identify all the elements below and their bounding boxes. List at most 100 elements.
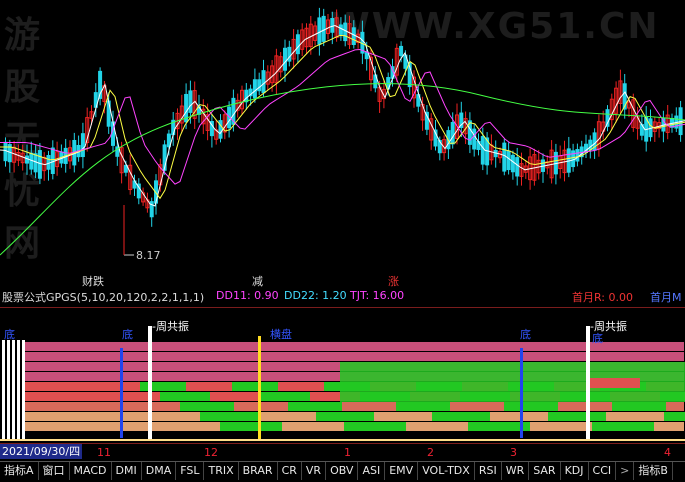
ma10-line (0, 34, 685, 200)
tab-window[interactable]: 窗口 (39, 462, 70, 480)
bottom-label: 底 (520, 327, 531, 341)
candle-body (472, 128, 477, 150)
candle-body (338, 24, 343, 35)
candlestick-chart[interactable]: 8.17 (0, 0, 685, 273)
tab-vr[interactable]: VR (302, 462, 327, 480)
sideways-label: 横盘 (270, 327, 292, 341)
candle-body (343, 22, 348, 42)
signal-label: 减 (252, 275, 263, 288)
candle-body (283, 47, 287, 71)
tab-obv[interactable]: OBV (326, 462, 359, 480)
ma20-line (0, 48, 685, 185)
candle-body (295, 34, 300, 55)
candle-body (261, 70, 266, 94)
indicator-band-green (592, 422, 654, 431)
indicator-panel[interactable]: -周共振 -周共振底 底 底 底 横盘 (0, 308, 685, 443)
date-axis: 2021/09/30/四 11 12 1 2 3 4 (0, 443, 685, 461)
tab-wr[interactable]: WR (502, 462, 530, 480)
low-price-label: 8.17 (136, 249, 161, 262)
blue-spike (520, 348, 523, 438)
tab-dma[interactable]: DMA (142, 462, 177, 480)
tab-macd[interactable]: MACD (70, 462, 112, 480)
white-spike (22, 340, 25, 440)
indicator-red-block (590, 378, 640, 388)
indicator-band-green (612, 402, 666, 411)
candle-body (506, 150, 511, 171)
indicator-band-green (504, 402, 558, 411)
month-label: 2 (427, 446, 434, 459)
tab-emv[interactable]: EMV (385, 462, 419, 480)
signal-label: 财跌 (82, 275, 104, 288)
bottom-label: 底 (122, 327, 133, 341)
candle-body (510, 154, 515, 173)
month-label: 12 (204, 446, 218, 459)
candle-body (399, 45, 404, 57)
indicator-tabs: 指标A 窗口 MACD DMI DMA FSL TRIX BRAR CR VR OBV ASI EMV V… (0, 461, 685, 482)
tab-indicator-b[interactable]: 指标B (634, 462, 673, 480)
tab-sar[interactable]: SAR (529, 462, 561, 480)
indicator-band-green (316, 412, 374, 421)
white-spike (12, 340, 15, 440)
candle-body (46, 155, 51, 170)
candle-body (244, 89, 249, 103)
candle-body (330, 18, 335, 33)
white-spike (2, 340, 5, 440)
month-label: 1 (344, 446, 351, 459)
candle-body (257, 79, 262, 92)
indicator-band-green (260, 392, 310, 401)
resonance-label: -周共振 (590, 319, 627, 333)
tab-vol-tdx[interactable]: VOL-TDX (418, 462, 475, 480)
indicator-band-green (344, 422, 406, 431)
candle-body (450, 121, 455, 145)
candle-body (364, 52, 369, 60)
candle-body (321, 15, 326, 42)
indicator-band-green (548, 412, 606, 421)
first-month-m: 首月M (650, 291, 682, 304)
tab-brar[interactable]: BRAR (239, 462, 278, 480)
dd11-value: DD11: 0.90 (216, 289, 279, 302)
tab-dmi[interactable]: DMI (112, 462, 142, 480)
candle-body (515, 157, 520, 177)
candle-body (317, 17, 322, 45)
blue-spike (120, 348, 123, 438)
tab-scroll-right-icon[interactable]: > (616, 462, 635, 480)
candle-body (351, 27, 356, 46)
month-label: 4 (664, 446, 671, 459)
indicator-band-green (432, 412, 490, 421)
tab-kdj[interactable]: KDJ (561, 462, 589, 480)
candle-body (502, 142, 507, 172)
tab-asi[interactable]: ASI (358, 462, 386, 480)
tjt-value: TJT: 16.00 (350, 289, 405, 302)
formula-bar: 股票公式GPGS(5,10,20,120,2,2,1,1,1) DD11: 0.… (0, 288, 685, 304)
candle-body (480, 136, 485, 165)
indicator-band-green (160, 392, 210, 401)
candle-body (37, 150, 42, 179)
indicator-band-green (200, 412, 258, 421)
indicator-band-green (180, 402, 234, 411)
current-date: 2021/09/30/四 (0, 444, 83, 459)
candle-body (188, 90, 193, 113)
indicator-band-green (664, 412, 685, 421)
indicator-band-green (288, 402, 342, 411)
tab-cr[interactable]: CR (278, 462, 302, 480)
indicator-band-green (220, 422, 282, 431)
white-spike (17, 340, 20, 440)
resonance-label: -周共振 (152, 319, 189, 333)
candle-body (252, 79, 257, 99)
candle-body (80, 133, 85, 158)
ma5-line (0, 24, 685, 207)
tab-fsl[interactable]: FSL (176, 462, 205, 480)
formula-name: 股票公式GPGS(5,10,20,120,2,2,1,1,1) (2, 291, 205, 304)
candle-body (50, 147, 55, 174)
tab-rsi[interactable]: RSI (475, 462, 502, 480)
tab-trix[interactable]: TRIX (204, 462, 239, 480)
tab-cci[interactable]: CCI (589, 462, 617, 480)
indicator-band-green (396, 402, 450, 411)
candle-body (575, 149, 580, 162)
signal-label: 涨 (388, 275, 399, 288)
indicator-band-green (232, 382, 278, 391)
first-month-r: 首月R: 0.00 (572, 291, 633, 304)
month-label: 3 (510, 446, 517, 459)
white-spike (586, 326, 590, 441)
tab-indicator-a[interactable]: 指标A (0, 462, 39, 480)
